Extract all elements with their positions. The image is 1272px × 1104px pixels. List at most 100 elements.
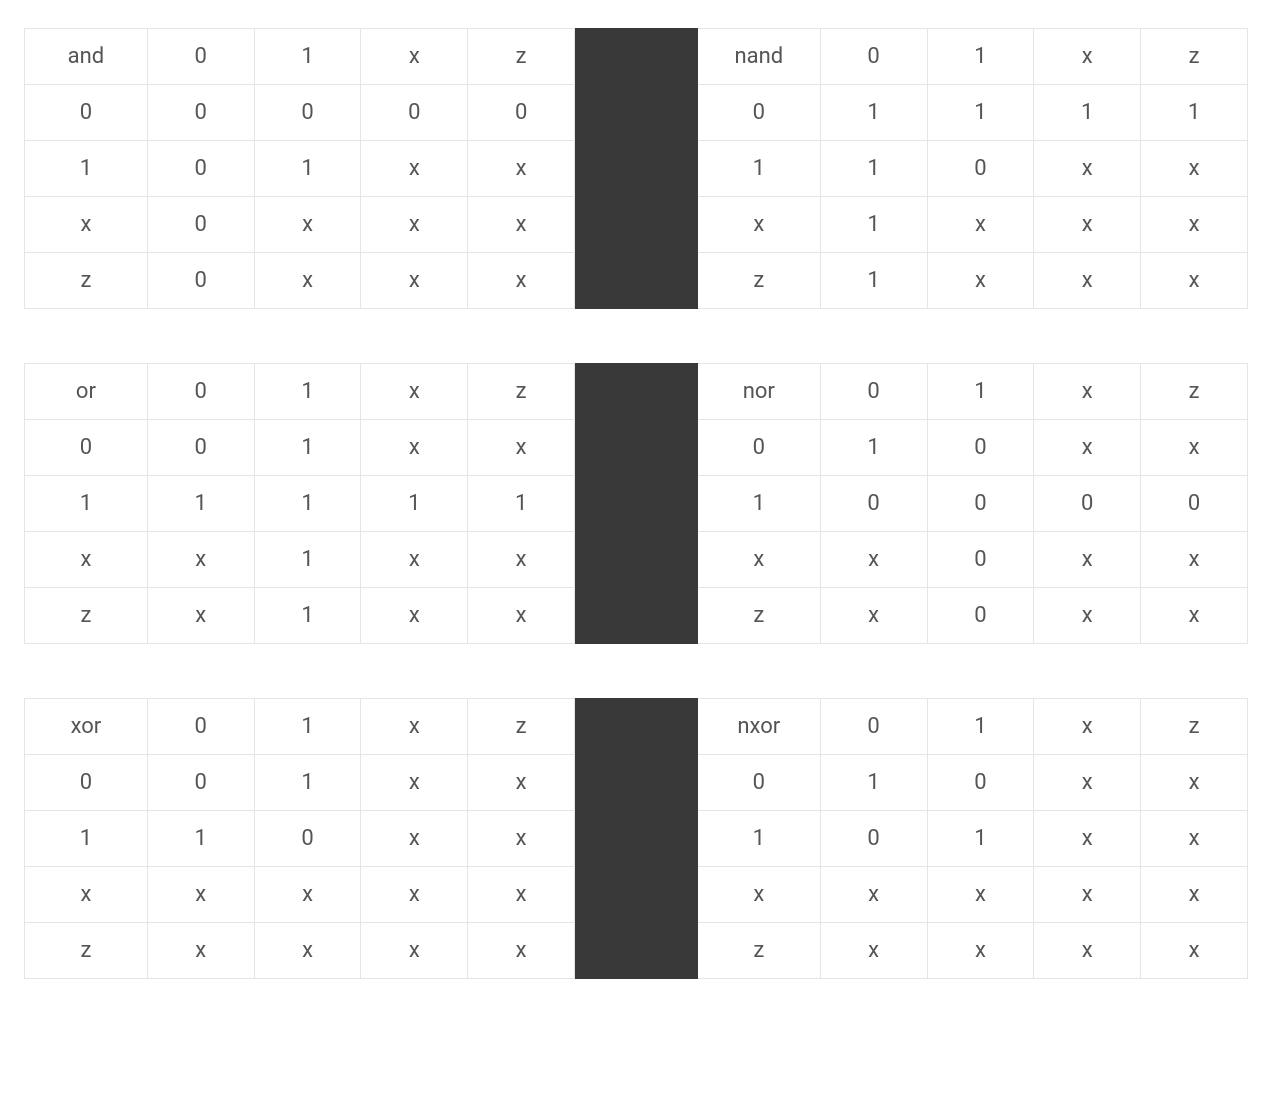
row-label: z: [25, 588, 148, 644]
table-row: or01xznor01xz: [25, 364, 1248, 420]
separator-cell: [575, 923, 698, 979]
table-row: xor01xznxor01xz: [25, 699, 1248, 755]
row-label: 1: [25, 811, 148, 867]
value-cell: x: [1141, 253, 1248, 309]
value-cell: x: [1034, 867, 1141, 923]
value-cell: x: [1034, 811, 1141, 867]
separator-cell: [575, 420, 698, 476]
value-cell: 0: [820, 811, 927, 867]
table-row: 101xx110xx: [25, 141, 1248, 197]
table-row: zxxxxzxxxx: [25, 923, 1248, 979]
row-label: 0: [697, 420, 820, 476]
value-cell: 1: [361, 476, 468, 532]
column-header: 1: [254, 699, 361, 755]
separator-cell: [575, 699, 698, 755]
value-cell: 1: [820, 197, 927, 253]
value-cell: 0: [927, 532, 1034, 588]
value-cell: 1: [254, 755, 361, 811]
value-cell: x: [1141, 197, 1248, 253]
value-cell: x: [927, 197, 1034, 253]
row-label: z: [25, 923, 148, 979]
separator-cell: [575, 29, 698, 85]
value-cell: 1: [1141, 85, 1248, 141]
value-cell: x: [254, 867, 361, 923]
value-cell: 1: [927, 811, 1034, 867]
value-cell: x: [1141, 811, 1248, 867]
row-label: x: [697, 197, 820, 253]
table-row: zx1xxzx0xx: [25, 588, 1248, 644]
value-cell: x: [468, 923, 575, 979]
separator-cell: [575, 811, 698, 867]
column-header: 0: [820, 364, 927, 420]
row-label: 0: [25, 420, 148, 476]
table-row: x0xxxx1xxx: [25, 197, 1248, 253]
value-cell: 0: [147, 420, 254, 476]
value-cell: x: [1034, 420, 1141, 476]
value-cell: x: [147, 532, 254, 588]
value-cell: x: [1141, 588, 1248, 644]
column-header: x: [1034, 364, 1141, 420]
column-header: x: [361, 29, 468, 85]
value-cell: 0: [254, 811, 361, 867]
separator-cell: [575, 85, 698, 141]
value-cell: x: [361, 811, 468, 867]
row-label: x: [697, 532, 820, 588]
table-row: xxxxxxxxxx: [25, 867, 1248, 923]
value-cell: 1: [254, 476, 361, 532]
column-header: z: [1141, 699, 1248, 755]
separator-cell: [575, 532, 698, 588]
value-cell: x: [1141, 867, 1248, 923]
value-cell: 1: [927, 85, 1034, 141]
value-cell: 0: [927, 755, 1034, 811]
column-header: 1: [254, 364, 361, 420]
column-header: z: [468, 364, 575, 420]
separator-cell: [575, 755, 698, 811]
row-label: 1: [25, 141, 148, 197]
value-cell: 0: [1141, 476, 1248, 532]
row-label: x: [697, 867, 820, 923]
value-cell: x: [1034, 923, 1141, 979]
value-cell: x: [1034, 532, 1141, 588]
truth-table-pair: or01xznor01xz001xx010xx1111110000xx1xxxx…: [24, 363, 1248, 644]
separator-cell: [575, 867, 698, 923]
row-label: z: [697, 253, 820, 309]
column-header: 1: [927, 364, 1034, 420]
value-cell: x: [927, 867, 1034, 923]
value-cell: x: [1141, 923, 1248, 979]
row-label: 0: [25, 755, 148, 811]
value-cell: x: [361, 755, 468, 811]
table-row: 001xx010xx: [25, 420, 1248, 476]
column-header: x: [1034, 699, 1141, 755]
value-cell: 1: [254, 532, 361, 588]
value-cell: x: [468, 755, 575, 811]
table-row: 110xx101xx: [25, 811, 1248, 867]
value-cell: 1: [254, 141, 361, 197]
value-cell: 0: [927, 141, 1034, 197]
value-cell: x: [1034, 755, 1141, 811]
table-row: xx1xxxx0xx: [25, 532, 1248, 588]
column-header: 0: [147, 364, 254, 420]
value-cell: x: [361, 588, 468, 644]
column-header: x: [361, 364, 468, 420]
column-header: 0: [147, 699, 254, 755]
value-cell: 1: [254, 588, 361, 644]
row-label: 0: [25, 85, 148, 141]
value-cell: x: [820, 867, 927, 923]
value-cell: x: [1034, 197, 1141, 253]
value-cell: 1: [820, 141, 927, 197]
row-label: 0: [697, 85, 820, 141]
row-label: x: [25, 532, 148, 588]
value-cell: x: [468, 532, 575, 588]
table-row: 1111110000: [25, 476, 1248, 532]
value-cell: x: [1141, 420, 1248, 476]
value-cell: x: [1141, 532, 1248, 588]
value-cell: 0: [147, 141, 254, 197]
value-cell: 1: [820, 253, 927, 309]
value-cell: 1: [820, 85, 927, 141]
row-label: 1: [697, 476, 820, 532]
value-cell: 0: [147, 197, 254, 253]
column-header: x: [361, 699, 468, 755]
value-cell: x: [820, 923, 927, 979]
column-header: z: [468, 699, 575, 755]
row-label: x: [25, 197, 148, 253]
